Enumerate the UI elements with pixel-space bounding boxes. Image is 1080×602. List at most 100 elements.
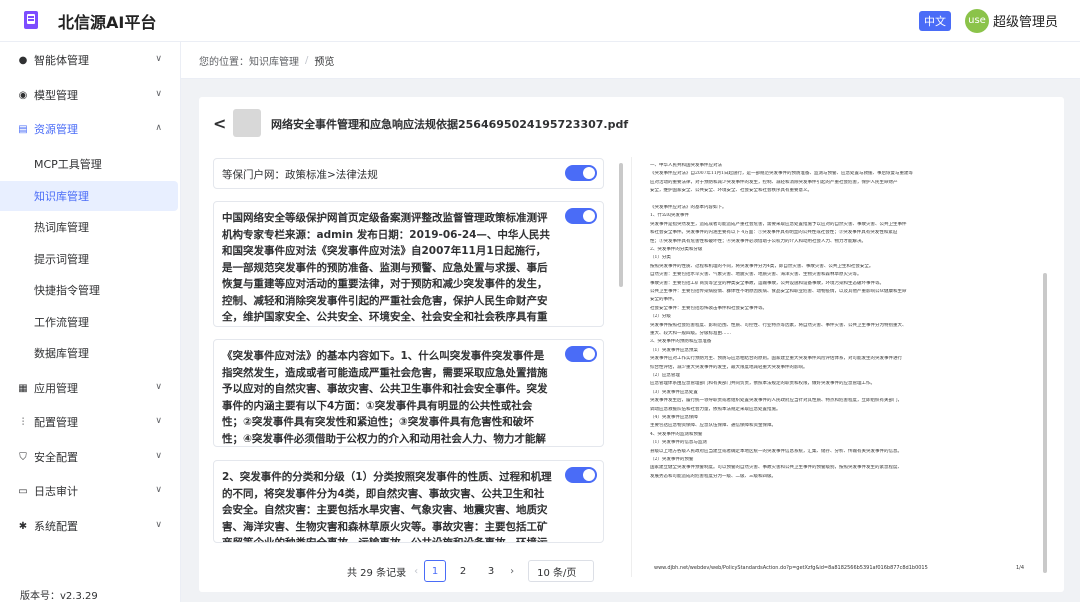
sidebar-item-label: 日志审计 — [34, 485, 78, 498]
pdf-text-line: 调动应急救援队伍和社会力量，依照本法规定采取应急处置措施。 — [650, 406, 781, 412]
pdf-text-line: 综合性评估，减少重大突发事件的发生，最大限度地减轻重大突发事件的影响。 — [650, 364, 808, 370]
pdf-preview: 一、中华人民共和国突发事件应对法 《突发事件应对法》自2007年11月1日起施行，… — [631, 157, 1055, 577]
sidebar-item-resources[interactable]: ▤ 资源管理 ∧ — [0, 113, 180, 145]
app-title: 北信源AI平台 — [58, 12, 157, 32]
sidebar-item-config[interactable]: ⫶ 配置管理 ∨ — [0, 406, 180, 438]
app-logo-icon — [22, 10, 42, 32]
sidebar-item-label: 应用管理 — [34, 382, 78, 395]
breadcrumb-current: 预览 — [314, 56, 335, 68]
pdf-text-line: 应对活动的重要法律，对于预防和减少突发事件的发生，控制、减轻和消除突发事件引起的… — [650, 179, 898, 185]
pdf-text-line: （1）分类 — [650, 255, 671, 261]
page-button[interactable]: 1 — [424, 560, 447, 582]
chunk-list-scrollbar[interactable] — [619, 163, 623, 287]
sidebar-sub-prompts[interactable]: 提示词管理 — [0, 244, 178, 274]
chunk-card: 2、突发事件的分类和分级（1）分类按照突发事件的性质、过程和机理的不同，将突发事… — [213, 460, 604, 543]
pdf-text-line: 和社会安全事件。突发事件的内涵主要有以下 4方面：①突发事件具有明显的公共性或社… — [650, 230, 898, 236]
user-name[interactable]: 超级管理员 — [993, 11, 1058, 30]
chevron-down-icon: ∨ — [155, 485, 162, 495]
chevron-down-icon: ∨ — [155, 382, 162, 392]
chevron-down-icon: ∨ — [155, 89, 162, 99]
breadcrumb-separator: / — [305, 54, 309, 66]
chevron-down-icon: ∨ — [155, 451, 162, 461]
shield-icon: ⛉ — [19, 451, 27, 463]
pagination: 共 29 条记录 ‹ 1 2 3 › 10 条/页 — [347, 560, 595, 582]
pdf-scrollbar[interactable] — [1043, 273, 1047, 573]
pdf-text-line: 按照突发事件的性质、过程和机理的不同，将突发事件分为4类，即自然灾害、事故灾害、… — [650, 263, 874, 269]
gear-icon: ✱ — [18, 520, 28, 532]
pdf-text-line: 性；③突发事件具有危害性和破坏性；④突发事件必须借助于公权力的介入和动用社会人力… — [650, 238, 866, 244]
sidebar-item-models[interactable]: ◉ 模型管理 ∨ — [0, 79, 180, 111]
back-arrow-icon[interactable]: < — [213, 114, 226, 133]
chunk-card: 《突发事件应对法》的基本内容如下。1、什么叫突发事件突发事件是指突然发生，造成或… — [213, 339, 604, 447]
pdf-text-line: 突发事件应对工作实行预防为主、预防与应急相结合的原则。国家建立重大突发事件风险评… — [650, 356, 902, 362]
sidebar-item-label: 资源管理 — [34, 123, 78, 136]
breadcrumb-prefix: 您的位置： — [199, 56, 249, 68]
prev-page-icon[interactable]: ‹ — [414, 566, 418, 577]
pdf-text-line: 社会安全事件：主要包括恐怖袭击事件和社会安全事件等。 — [650, 305, 767, 311]
pdf-text-line: 安全，维护国家安全、公共安全、环境安全、社会安全和社会秩序具有重要意义。 — [650, 188, 812, 194]
model-icon: ◉ — [18, 89, 28, 101]
chunk-enable-toggle[interactable] — [565, 346, 597, 362]
chevron-down-icon: ∨ — [155, 54, 162, 64]
breadcrumb-parent[interactable]: 知识库管理 — [249, 53, 299, 68]
sidebar-item-agents[interactable]: ● 智能体管理 ∨ — [0, 44, 180, 76]
avatar[interactable]: use — [964, 8, 989, 33]
chunk-text: 2、突发事件的分类和分级（1）分类按照突发事件的性质、过程和机理的不同，将突发事… — [222, 471, 552, 543]
chunk-text: 《突发事件应对法》的基本内容如下。1、什么叫突发事件突发事件是指突然发生，造成或… — [222, 350, 548, 445]
pdf-text-line: 应急管理体系由应急管理部门和有关部门共同负责，依照本法规定的职责和权限，做好突发… — [650, 381, 875, 387]
sidebar-item-security[interactable]: ⛉ 安全配置 ∨ — [0, 441, 180, 473]
sidebar-sub-knowledge[interactable]: 知识库管理 — [0, 181, 178, 211]
pdf-text-line: 公共卫生事件：主要包括传染病疫情、群体性不明原因疾病、食品安全和职业危害、动物疫… — [650, 289, 907, 294]
app-grid-icon: ▦ — [18, 382, 28, 394]
pdf-text-line: （1）突发事件的信息与监测 — [650, 440, 707, 446]
sidebar-sub-hotwords[interactable]: 热词库管理 — [0, 212, 178, 242]
page-button[interactable]: 2 — [452, 560, 474, 582]
sidebar-sub-workflows[interactable]: 工作流管理 — [0, 307, 178, 337]
pdf-text-line: （2）分级 — [650, 314, 671, 320]
pdf-page-number: 1/4 — [1016, 565, 1025, 571]
pdf-text-line: 县级以上地方各级人民政府应当建立或者确定本地区统一的突发事件信息系统，汇集、储存… — [650, 448, 902, 454]
file-thumbnail — [233, 109, 261, 137]
sidebar-item-label: 配置管理 — [34, 416, 78, 429]
chunk-enable-toggle[interactable] — [565, 208, 597, 224]
pdf-text-line: 2、突发事件的分类和分级 — [650, 247, 703, 252]
page-size-select[interactable]: 10 条/页 — [528, 560, 595, 582]
pdf-text-line: 事故灾害：主要包括工矿商贸等企业的种类安全事故，运输事故，公共设施和设备事故，环… — [650, 280, 884, 286]
page-button[interactable]: 3 — [480, 560, 502, 582]
preview-card: < 网络安全事件管理和应急响应法规依据2564695024195723307.p… — [199, 97, 1064, 592]
sidebar: ● 智能体管理 ∨ ◉ 模型管理 ∨ ▤ 资源管理 ∧ MCP工具管理 知识库管… — [0, 42, 181, 602]
chevron-down-icon: ∨ — [155, 416, 162, 426]
sidebar-item-apps[interactable]: ▦ 应用管理 ∨ — [0, 372, 180, 404]
sliders-icon: ⫶ — [21, 416, 25, 428]
chunk-card: 等保门户网：政策标准>法律法规 — [213, 158, 604, 189]
sidebar-item-label: 系统配置 — [34, 520, 78, 533]
next-page-icon[interactable]: › — [510, 566, 514, 577]
pdf-text-line: 发展势态和可能造成的危害程度分为一级、二级、三级和四级。 — [650, 473, 776, 479]
pdf-text-line: （1）突发事件应急预案 — [650, 347, 698, 353]
pagination-total: 共 29 条记录 — [347, 567, 407, 579]
pdf-text-line: （2）突发事件的预警 — [650, 457, 694, 462]
sidebar-item-label: 模型管理 — [34, 89, 78, 102]
chunk-enable-toggle[interactable] — [565, 467, 597, 483]
pdf-text-line: 突发事件是指突然发生，造成或者可能造成严重社会危害，需要采取应急处置措施予以应对… — [650, 221, 907, 227]
sidebar-item-system[interactable]: ✱ 系统配置 ∨ — [0, 510, 180, 542]
sidebar-item-label: 智能体管理 — [34, 54, 89, 67]
pdf-text-line: （4）突发事件应急保障 — [650, 415, 698, 420]
sidebar-sub-mcp[interactable]: MCP工具管理 — [0, 149, 178, 179]
pdf-text-line: 3、突发事件的预防和应急准备 — [650, 339, 712, 345]
chunk-card: 中国网络安全等级保护网首页定级备案测评整改监督管理政策标准测评机构专家专栏来源：… — [213, 201, 604, 327]
sidebar-sub-shortcuts[interactable]: 快捷指令管理 — [0, 275, 178, 305]
pdf-text-line: 4、突发事件的监测和预警 — [650, 431, 703, 437]
resource-icon: ▤ — [18, 123, 28, 135]
top-header: 北信源AI平台 中文 use 超级管理员 — [0, 0, 1080, 42]
chevron-up-icon: ∧ — [155, 123, 162, 133]
pdf-footer-url: www.djbh.net/webdev/web/PolicyStandardsA… — [654, 565, 928, 571]
log-icon: ▭ — [18, 485, 28, 497]
breadcrumb: 您的位置： 知识库管理 / 预览 — [181, 42, 1080, 79]
language-switch-button[interactable]: 中文 — [918, 10, 951, 31]
chunk-enable-toggle[interactable] — [565, 165, 597, 181]
chunk-text: 等保门户网：政策标准>法律法规 — [222, 169, 378, 181]
sidebar-item-audit[interactable]: ▭ 日志审计 ∨ — [0, 475, 180, 507]
pdf-text-line: 《突发事件应对法》自2007年11月1日起施行，是一部规范突发事件的预防准备、监… — [650, 171, 914, 177]
sidebar-sub-databases[interactable]: 数据库管理 — [0, 338, 178, 368]
